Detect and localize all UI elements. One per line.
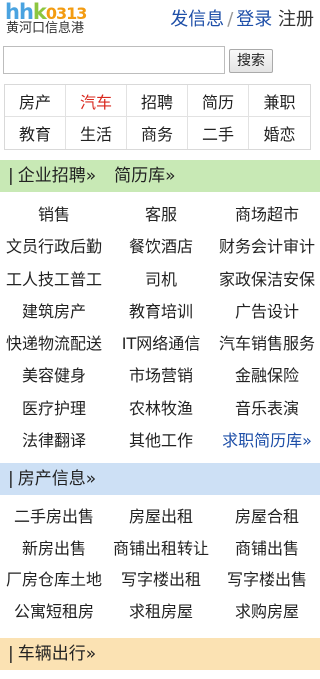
jobs-category-link[interactable]: 法律翻译 [0, 426, 108, 458]
jobs-category-link[interactable]: 家政保洁安保 [214, 265, 320, 297]
site-header: hhk0313 黄河口信息港 发信息 / 登录 注册 [0, 0, 320, 40]
jobs-category-link[interactable]: 音乐表演 [214, 394, 320, 426]
login-link[interactable]: 登录 [236, 9, 272, 30]
vehicles-section-title[interactable]: 车辆出行» [18, 644, 96, 664]
house-category-link[interactable]: 商铺出租转让 [108, 534, 214, 566]
jobs-category-link[interactable]: 其他工作 [108, 426, 214, 458]
house-category-link[interactable]: 写字楼出租 [108, 565, 214, 597]
site-logo[interactable]: hhk0313 黄河口信息港 [5, 1, 123, 39]
category-grid: 房产 汽车 招聘 简历 兼职教育 生活 商务 二手 婚恋 [4, 84, 311, 150]
category-link[interactable]: 教育 [5, 117, 66, 149]
jobs-category-link[interactable]: 市场营销 [108, 361, 214, 393]
category-link[interactable]: 二手 [188, 117, 249, 149]
house-link-grid: 二手房出售 房屋出租 房屋合租新房出售 商铺出租转让 商铺出售厂房仓库土地 写字楼出租 写字… [0, 502, 320, 628]
house-section-title[interactable]: 房产信息» [18, 469, 96, 489]
register-link[interactable]: 注册 [278, 9, 314, 30]
jobs-category-link[interactable]: 工人技工普工 [0, 265, 108, 297]
jobs-category-link[interactable]: 广告设计 [214, 297, 320, 329]
jobs-category-link[interactable]: 快递物流配送 [0, 329, 108, 361]
jobs-category-link[interactable]: 金融保险 [214, 361, 320, 393]
house-category-link[interactable]: 厂房仓库土地 [0, 565, 108, 597]
category-link[interactable]: 兼职 [249, 85, 310, 117]
house-section-bar: | 房产信息» [0, 463, 320, 495]
jobs-category-link[interactable]: 销售 [0, 200, 108, 232]
jobs-section-bar: | 企业招聘» 简历库» [0, 160, 320, 192]
section-marker: | [8, 166, 14, 186]
house-category-link[interactable]: 房屋合租 [214, 502, 320, 534]
post-info-link[interactable]: 发信息 [170, 9, 224, 30]
house-category-link[interactable]: 商铺出售 [214, 534, 320, 566]
jobs-category-link[interactable]: 医疗护理 [0, 394, 108, 426]
category-link[interactable]: 简历 [188, 85, 249, 117]
jobs-category-link[interactable]: 农林牧渔 [108, 394, 214, 426]
jobs-category-link[interactable]: 求职简历库» [214, 426, 320, 458]
category-link[interactable]: 招聘 [127, 85, 188, 117]
jobs-category-link[interactable]: 建筑房产 [0, 297, 108, 329]
category-link[interactable]: 房产 [5, 85, 66, 117]
logo-mark: hhk0313 [5, 0, 87, 24]
jobs-category-link[interactable]: 文员行政后勤 [0, 232, 108, 264]
search-input[interactable] [3, 46, 225, 74]
category-link[interactable]: 生活 [66, 117, 127, 149]
category-link[interactable]: 婚恋 [249, 117, 310, 149]
header-links: 发信息 / 登录 注册 [170, 8, 314, 32]
jobs-category-link[interactable]: 司机 [108, 265, 214, 297]
jobs-category-link[interactable]: 餐饮酒店 [108, 232, 214, 264]
jobs-category-link[interactable]: IT网络通信 [108, 329, 214, 361]
resume-library-link[interactable]: 简历库» [114, 166, 175, 186]
section-marker: | [8, 469, 14, 489]
house-category-link[interactable]: 公寓短租房 [0, 597, 108, 629]
house-category-link[interactable]: 新房出售 [0, 534, 108, 566]
jobs-category-link[interactable]: 汽车销售服务 [214, 329, 320, 361]
jobs-category-link[interactable]: 商场超市 [214, 200, 320, 232]
logo-subtitle: 黄河口信息港 [6, 21, 85, 36]
category-link[interactable]: 商务 [127, 117, 188, 149]
house-category-link[interactable]: 写字楼出售 [214, 565, 320, 597]
category-link[interactable]: 汽车 [66, 85, 127, 117]
house-category-link[interactable]: 房屋出租 [108, 502, 214, 534]
jobs-category-link[interactable]: 美容健身 [0, 361, 108, 393]
house-category-link[interactable]: 求购房屋 [214, 597, 320, 629]
jobs-category-link[interactable]: 财务会计审计 [214, 232, 320, 264]
house-category-link[interactable]: 二手房出售 [0, 502, 108, 534]
jobs-category-link[interactable]: 客服 [108, 200, 214, 232]
jobs-link-grid: 销售 客服 商场超市文员行政后勤 餐饮酒店 财务会计审计工人技工普工 司机 家政保洁安保建筑… [0, 200, 320, 458]
section-marker: | [8, 644, 14, 664]
header-separator: / [227, 9, 234, 30]
search-button[interactable]: 搜索 [229, 49, 273, 73]
vehicles-section-bar: | 车辆出行» [0, 638, 320, 670]
jobs-category-link[interactable]: 教育培训 [108, 297, 214, 329]
house-category-link[interactable]: 求租房屋 [108, 597, 214, 629]
jobs-section-title[interactable]: 企业招聘» [18, 166, 96, 186]
